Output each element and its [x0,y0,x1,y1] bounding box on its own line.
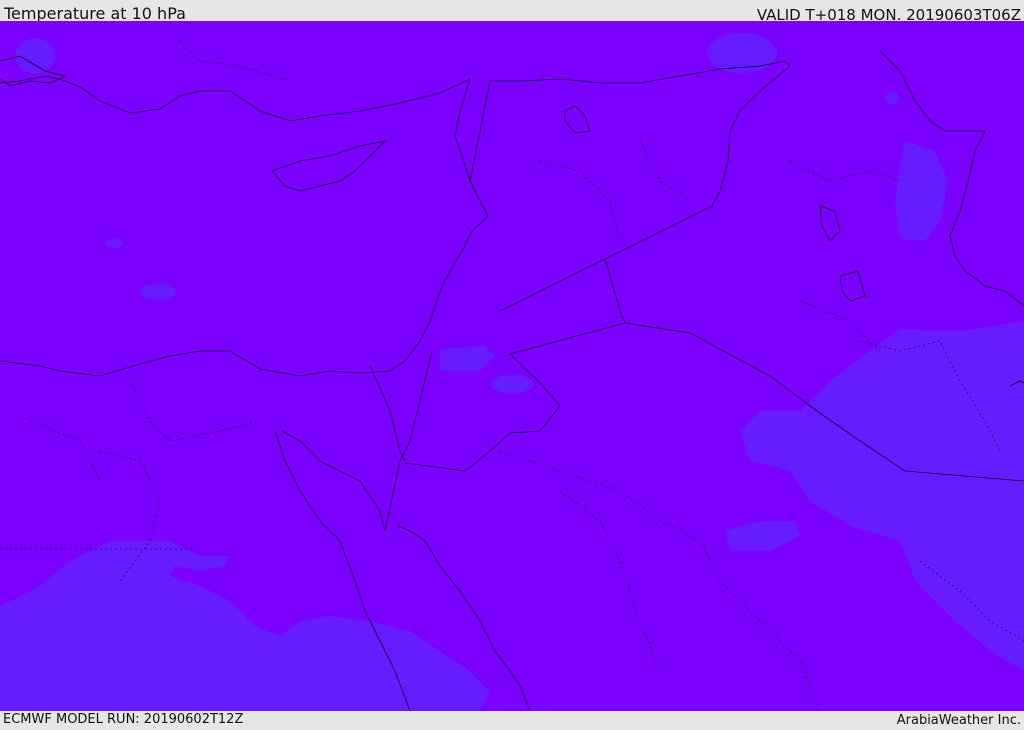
band-mediterranean-small [105,238,123,248]
credit-label: ArabiaWeather Inc. [896,713,1021,728]
model-run: ECMWF MODEL RUN: 20190602T12Z [3,712,244,727]
band-iraq-west [490,375,534,393]
band-aegean [15,38,55,74]
weather-map [0,21,1024,711]
band-mediterranean [140,284,176,300]
map-header: Temperature at 10 hPa VALID T+018 MON. 2… [0,0,1024,24]
band-small-north [885,92,899,104]
map-footer: ECMWF MODEL RUN: 20190602T12Z ArabiaWeat… [0,711,1024,729]
